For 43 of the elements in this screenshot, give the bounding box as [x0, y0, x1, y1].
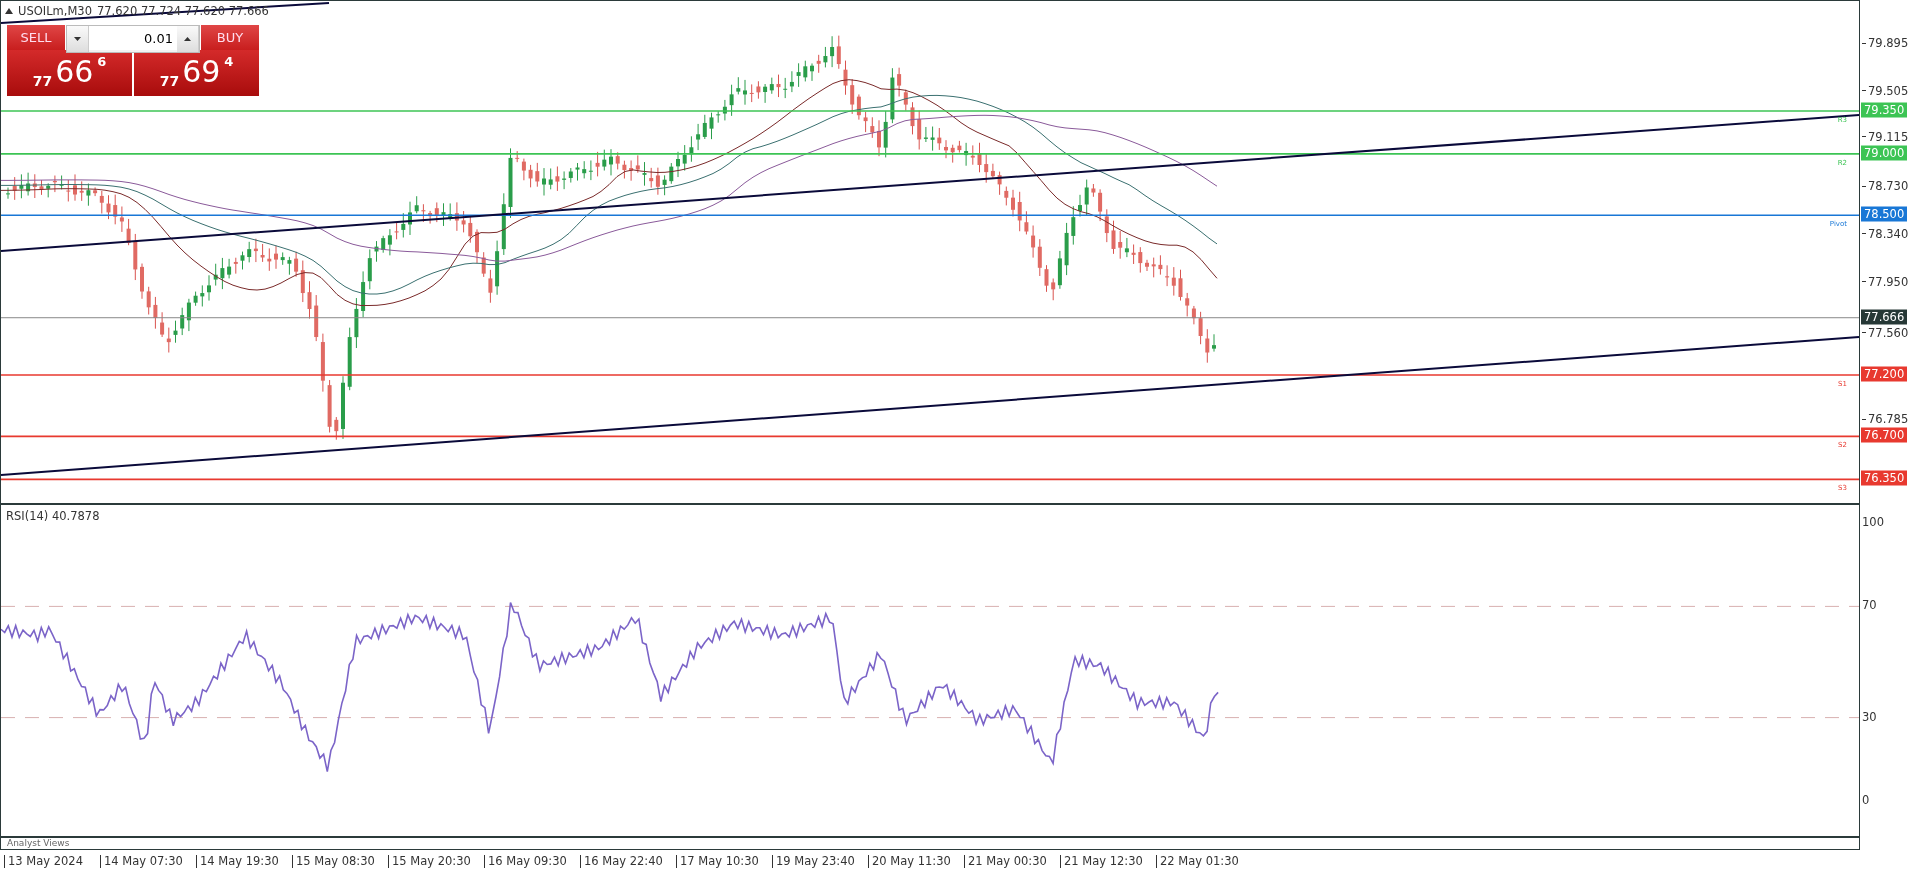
caret-down-icon — [74, 37, 81, 41]
time-axis-label: 21 May 12:30 — [1060, 855, 1143, 868]
price-level-tag: 76.700 — [1861, 427, 1908, 443]
time-axis-label: 21 May 00:30 — [964, 855, 1047, 868]
price-axis-label: 79.505 — [1862, 83, 1909, 98]
rsi-axis-label: 0 — [1862, 793, 1870, 807]
sell-button[interactable]: SELL — [7, 25, 65, 50]
time-axis-label: 14 May 07:30 — [100, 855, 183, 868]
price-level-tag: 76.350 — [1861, 470, 1908, 486]
rsi-axis-label: 30 — [1862, 709, 1877, 724]
buy-button[interactable]: BUY — [201, 25, 259, 50]
time-axis-label: 15 May 20:30 — [388, 855, 471, 868]
price-axis-label: 77.560 — [1862, 325, 1909, 340]
collapse-triangle-icon[interactable] — [5, 8, 13, 14]
price-level-tag: 78.500 — [1861, 206, 1908, 222]
rsi-axis-label: 70 — [1862, 598, 1877, 613]
time-axis-label: 22 May 01:30 — [1156, 855, 1239, 868]
analyst-views-label: Analyst Views — [7, 838, 70, 849]
price-axis-label: 79.115 — [1862, 129, 1909, 144]
price-level-tag: 79.000 — [1861, 145, 1908, 161]
price-axis-label: 77.950 — [1862, 274, 1909, 289]
time-axis-label: 15 May 08:30 — [292, 855, 375, 868]
price-axis-label: 78.340 — [1862, 226, 1909, 241]
symbol-title: USOILm,M30 — [18, 4, 92, 18]
price-level-tag: 79.350 — [1861, 102, 1908, 118]
time-axis-label: 17 May 10:30 — [676, 855, 759, 868]
time-axis-label: 16 May 09:30 — [484, 855, 567, 868]
time-axis-label: 14 May 19:30 — [196, 855, 279, 868]
time-axis-label: 13 May 2024 — [4, 855, 83, 868]
increase-button[interactable] — [177, 26, 199, 52]
price-axis-label: 79.895 — [1862, 36, 1909, 50]
lot-size-field[interactable]: 0.01 — [66, 25, 200, 53]
current-price-tag: 77.666 — [1861, 309, 1908, 325]
price-axis-label: 76.785 — [1862, 412, 1909, 427]
rsi-axis-label: 100 — [1862, 515, 1884, 529]
rsi-label: RSI(14) 40.7878 — [6, 509, 100, 523]
price-axis-label: 78.730 — [1862, 179, 1909, 194]
decrease-button[interactable] — [67, 26, 89, 52]
price-level-tag: 77.200 — [1861, 366, 1908, 382]
time-axis-label: 16 May 22:40 — [580, 855, 663, 868]
time-axis-label: 19 May 23:40 — [772, 855, 855, 868]
time-axis-label: 20 May 11:30 — [868, 855, 951, 868]
caret-up-icon — [184, 37, 191, 41]
